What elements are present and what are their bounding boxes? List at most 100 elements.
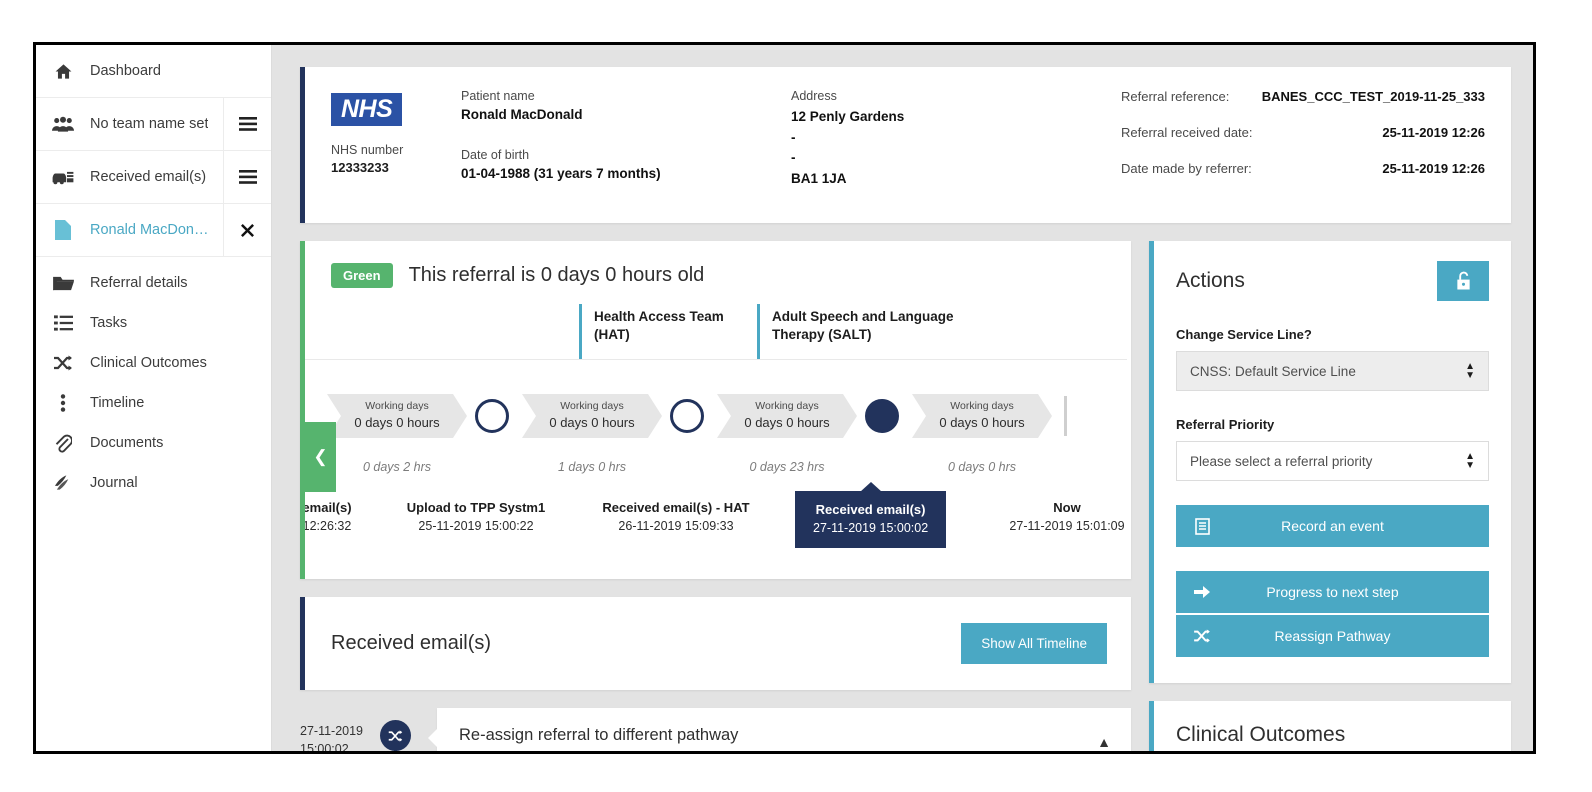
timeline-node[interactable] xyxy=(670,399,704,433)
event-time: 25-11-2019 15:00:22 xyxy=(406,519,546,533)
sidebar-item-dashboard[interactable]: Dashboard xyxy=(36,45,271,98)
folder-icon xyxy=(50,275,76,292)
sidebar-nav-group: Referral details Tasks xyxy=(36,257,271,503)
chevron-updown-icon: ▲▼ xyxy=(1465,362,1475,381)
shuffle-icon xyxy=(380,720,411,751)
referral-meta-row: Referral received date: 25-11-2019 12:26 xyxy=(1121,125,1485,140)
timeline-event-label[interactable]: email(s) 12:26:32 xyxy=(300,500,397,533)
timeline-event-label[interactable]: Upload to TPP Systm1 25-11-2019 15:00:22 xyxy=(406,500,546,533)
entry-date: 27-11-2019 xyxy=(300,722,378,740)
event-title: Upload to TPP Systm1 xyxy=(406,500,546,515)
content-grid: Green This referral is 0 days 0 hours ol… xyxy=(300,241,1511,751)
timeline-event-label[interactable]: Now 27-11-2019 15:01:09 xyxy=(992,500,1131,533)
patient-header-card: NHS NHS number 12333233 Patient name Ron… xyxy=(300,67,1511,223)
nhs-block: NHS NHS number 12333233 xyxy=(331,89,461,199)
sidebar-item-tasks[interactable]: Tasks xyxy=(36,303,271,343)
duration-label: 1 days 0 hrs xyxy=(522,460,662,474)
show-all-timeline-button[interactable]: Show All Timeline xyxy=(961,623,1107,664)
referral-meta-value: BANES_CCC_TEST_2019-11-25_333 xyxy=(1262,89,1485,104)
sidebar-item-label: Documents xyxy=(90,435,163,451)
event-title: Received email(s) xyxy=(813,502,928,517)
team-icon xyxy=(50,115,76,134)
timeline-entry: 27-11-2019 15:00:02 ▲ xyxy=(400,708,1131,751)
button-label: Record an event xyxy=(1228,518,1489,534)
sidebar-item-patient[interactable]: Ronald MacDonald xyxy=(36,204,271,257)
right-column: Actions Change Service Line? CNSS: Defau… xyxy=(1149,241,1511,751)
timeline-event-label[interactable]: Received email(s) - HAT 26-11-2019 15:09… xyxy=(596,500,756,533)
dob-value: 01-04-1988 (31 years 7 months) xyxy=(461,166,791,181)
sidebar-item-label: Tasks xyxy=(90,315,127,331)
service-line-label: Change Service Line? xyxy=(1176,327,1489,342)
referral-priority-label: Referral Priority xyxy=(1176,417,1489,432)
sidebar-item-received-emails[interactable]: Received email(s) xyxy=(36,151,271,204)
event-time: 27-11-2019 15:00:02 xyxy=(813,521,928,535)
referral-meta-block: Referral reference: BANES_CCC_TEST_2019-… xyxy=(1121,89,1485,199)
address-line: - xyxy=(791,128,1121,149)
referral-timeline-card: Green This referral is 0 days 0 hours ol… xyxy=(300,241,1131,579)
chevron-left-icon[interactable]: ❮ xyxy=(305,422,336,492)
address-block: Address 12 Penly Gardens - - BA1 1JA xyxy=(791,89,1121,199)
button-label: Progress to next step xyxy=(1228,584,1489,600)
referral-meta-label: Referral received date: xyxy=(1121,125,1253,140)
sidebar-item-referral-details[interactable]: Referral details xyxy=(36,263,271,303)
segment-value: 0 days 0 hours xyxy=(354,414,439,432)
sidebar-item-journal[interactable]: Journal xyxy=(36,463,271,503)
progress-to-next-step-button[interactable]: Progress to next step xyxy=(1176,571,1489,613)
duration-label: 0 days 23 hrs xyxy=(717,460,857,474)
journal-icon xyxy=(50,474,76,492)
sidebar-item-label: No team name set xyxy=(90,116,208,132)
service-line-select[interactable]: CNSS: Default Service Line ▲▼ xyxy=(1176,351,1489,391)
address-line: 12 Penly Gardens xyxy=(791,107,1121,128)
duration-label: 0 days 2 hrs xyxy=(327,460,467,474)
reassign-pathway-button[interactable]: Reassign Pathway xyxy=(1176,615,1489,657)
dob-label: Date of birth xyxy=(461,148,791,162)
sidebar-item-team[interactable]: No team name set xyxy=(36,98,271,151)
service-line-value: CNSS: Default Service Line xyxy=(1190,364,1356,379)
home-icon xyxy=(50,62,76,81)
segment-caption: Working days xyxy=(950,400,1013,414)
pathway-label: Adult Speech and Language Therapy (SALT) xyxy=(757,304,957,359)
sidebar-item-timeline[interactable]: Timeline xyxy=(36,383,271,423)
duration-label: 0 days 0 hrs xyxy=(912,460,1052,474)
status-badge: Green xyxy=(331,263,393,288)
duration-row: 0 days 2 hrs 1 days 0 hrs 0 days 23 hrs … xyxy=(300,460,1127,486)
hamburger-icon[interactable] xyxy=(223,98,271,150)
unlock-icon[interactable] xyxy=(1437,261,1489,301)
referral-age-row: Green This referral is 0 days 0 hours ol… xyxy=(305,241,1131,304)
timeline-track: Working days 0 days 0 hours Working days… xyxy=(300,382,1127,454)
chevron-up-icon[interactable]: ▲ xyxy=(1097,734,1111,750)
referral-meta-label: Referral reference: xyxy=(1121,89,1229,104)
timeline-event-labels: email(s) 12:26:32 Upload to TPP Systm1 2… xyxy=(300,500,1127,562)
hamburger-icon[interactable] xyxy=(223,151,271,203)
pathway-header-row: ro and Stroke Health Access Team (HAT) A… xyxy=(300,304,1127,360)
patient-identity-block: Patient name Ronald MacDonald Date of bi… xyxy=(461,89,791,199)
chevron-updown-icon: ▲▼ xyxy=(1465,452,1475,471)
timeline-segment: Working days 0 days 0 hours xyxy=(912,394,1052,438)
timeline-node[interactable] xyxy=(475,399,509,433)
sidebar-item-label: Ronald MacDonald xyxy=(90,222,213,238)
close-icon[interactable] xyxy=(223,204,271,256)
sidebar-item-label: Received email(s) xyxy=(90,169,206,185)
segment-caption: Working days xyxy=(365,400,428,414)
segment-caption: Working days xyxy=(560,400,623,414)
shuffle-icon xyxy=(1176,629,1228,643)
timeline-scroller[interactable]: ❮ ro and Stroke Health Access Team (HAT)… xyxy=(305,304,1131,579)
record-an-event-button[interactable]: Record an event xyxy=(1176,505,1489,547)
segment-value: 0 days 0 hours xyxy=(549,414,634,432)
referral-priority-select[interactable]: Please select a referral priority ▲▼ xyxy=(1176,441,1489,481)
timeline-event-label-current[interactable]: Received email(s) 27-11-2019 15:00:02 xyxy=(795,491,946,548)
entry-time: 15:00:02 xyxy=(300,740,378,751)
timeline-node-current[interactable] xyxy=(865,399,899,433)
nhs-number-value: 12333233 xyxy=(331,160,461,175)
main-content: NHS NHS number 12333233 Patient name Ron… xyxy=(272,45,1533,751)
timeline-segment: Working days 0 days 0 hours xyxy=(327,394,467,438)
referral-meta-row: Referral reference: BANES_CCC_TEST_2019-… xyxy=(1121,89,1485,104)
referral-meta-row: Date made by referrer: 25-11-2019 12:26 xyxy=(1121,161,1485,176)
panel-title: Actions xyxy=(1176,269,1245,293)
sidebar-item-label: Dashboard xyxy=(90,63,161,79)
sidebar-item-documents[interactable]: Documents xyxy=(36,423,271,463)
actions-panel: Actions Change Service Line? CNSS: Defau… xyxy=(1149,241,1511,683)
sidebar-item-clinical-outcomes[interactable]: Clinical Outcomes xyxy=(36,343,271,383)
referral-meta-label: Date made by referrer: xyxy=(1121,161,1252,176)
event-time: 26-11-2019 15:09:33 xyxy=(596,519,756,533)
